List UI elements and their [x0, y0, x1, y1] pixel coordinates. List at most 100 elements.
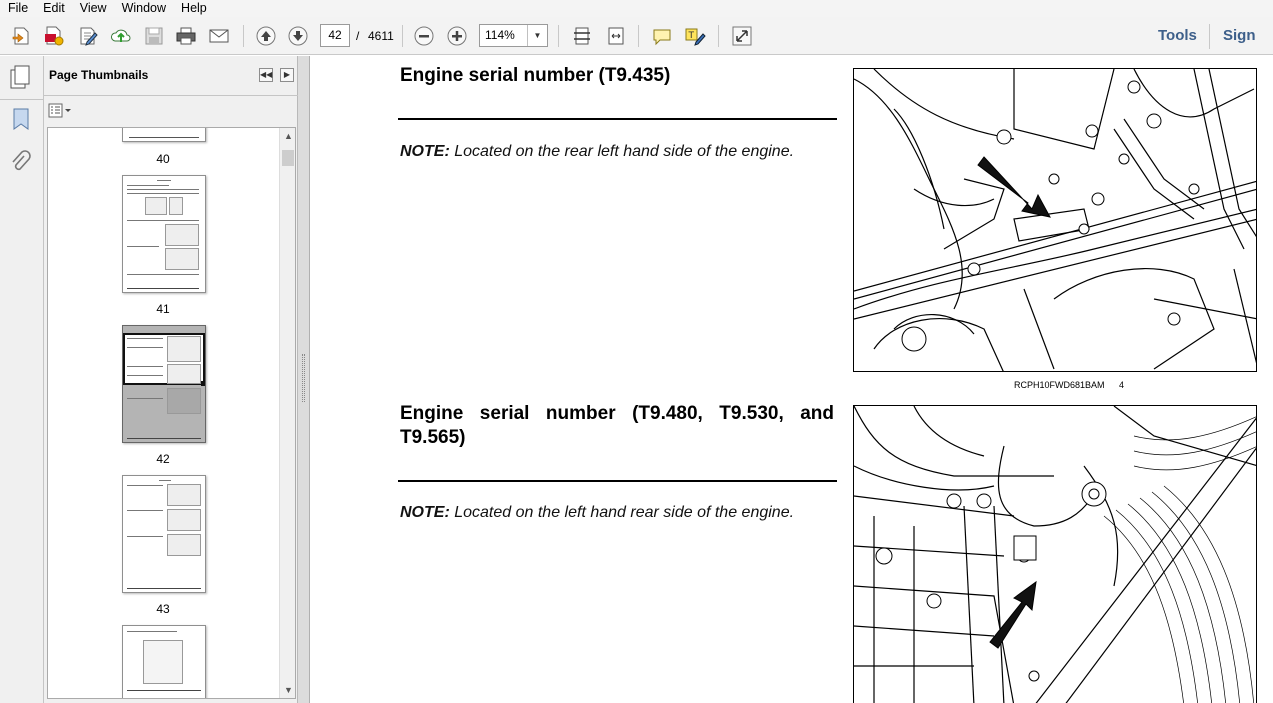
print-icon[interactable]: [173, 24, 199, 48]
thumb-line: [127, 375, 163, 376]
create-pdf-icon[interactable]: [41, 24, 67, 48]
attachments-icon[interactable]: [8, 150, 34, 176]
thumb-line: [127, 274, 199, 275]
heading-rule: [398, 480, 837, 482]
thumbnail-page-44[interactable]: [122, 625, 206, 698]
splitter-grip[interactable]: [302, 354, 305, 402]
fit-page-icon[interactable]: [569, 24, 595, 48]
sign-button[interactable]: Sign: [1223, 27, 1256, 44]
thumb-line: [157, 180, 171, 181]
figure-engine-serial-t9480: [853, 405, 1257, 703]
panel-splitter[interactable]: [298, 56, 310, 703]
section1-note-text: Located on the rear left hand side of th…: [454, 143, 795, 160]
page-thumbnails-icon[interactable]: [8, 64, 34, 90]
save-icon[interactable]: [141, 24, 167, 48]
thumb-line: [127, 288, 199, 289]
menu-window[interactable]: Window: [114, 1, 173, 16]
thumbnail-page-43[interactable]: [122, 475, 206, 593]
section1-note: NOTE: Located on the rear left hand side…: [400, 142, 840, 162]
thumbnail-label-43: 43: [156, 602, 170, 616]
scroll-down-icon[interactable]: ▼: [280, 682, 295, 698]
thumb-figure: [167, 388, 201, 414]
bookmarks-icon[interactable]: [8, 106, 34, 132]
thumb-figure: [165, 224, 199, 246]
thumb-line: [127, 220, 199, 221]
thumbnail-page-41[interactable]: [122, 175, 206, 293]
expand-icon[interactable]: [729, 24, 755, 48]
thumbnail-scrollbar[interactable]: ▲ ▼: [279, 128, 295, 698]
page-thumbnails-panel: Page Thumbnails ◀◀ ▶ 40 41 42 43 ▲ ▼: [44, 56, 298, 703]
frame-resize-handle[interactable]: [201, 381, 205, 386]
zoom-select[interactable]: 114% ▼: [479, 24, 548, 47]
fit-width-icon[interactable]: [603, 24, 629, 48]
thumbnail-list: 40 41 42 43 ▲ ▼: [47, 127, 296, 699]
section2-heading: Engine serial number (T9.480, T9.530, an…: [400, 403, 834, 448]
thumb-figure: [167, 336, 201, 362]
toolbar: 42 / 4611 114% ▼ T Tools Sign: [0, 17, 1273, 55]
thumb-line: [159, 480, 171, 481]
previous-page-icon[interactable]: [253, 24, 279, 48]
toolbar-separator: [402, 25, 403, 47]
thumb-line: [127, 690, 201, 691]
page-total: 4611: [368, 29, 394, 43]
highlight-text-icon[interactable]: T: [682, 24, 708, 48]
scroll-up-icon[interactable]: ▲: [280, 128, 295, 144]
email-icon[interactable]: [206, 24, 232, 48]
thumb-line: [127, 246, 159, 247]
thumb-line: [127, 347, 163, 348]
menu-help[interactable]: Help: [173, 1, 214, 16]
thumb-figure: [169, 197, 183, 215]
heading-rule: [398, 118, 837, 120]
thumb-figure: [167, 509, 201, 531]
thumb-line: [127, 185, 169, 186]
tools-button[interactable]: Tools: [1158, 27, 1197, 44]
collapse-panel-icon[interactable]: ◀◀: [259, 68, 273, 82]
toolbar-separator: [1209, 24, 1210, 49]
toolbar-separator: [638, 25, 639, 47]
thumb-figure: [167, 364, 201, 384]
edit-pdf-icon[interactable]: [75, 24, 101, 48]
cloud-upload-icon[interactable]: [108, 24, 134, 48]
chevron-down-icon[interactable]: ▼: [527, 25, 547, 46]
svg-text:T: T: [688, 31, 695, 41]
indicator-arrow-1: [977, 156, 1051, 218]
zoom-in-icon[interactable]: [444, 24, 470, 48]
menu-view[interactable]: View: [72, 1, 114, 16]
thumb-figure: [167, 484, 201, 506]
thumbnail-options-menu[interactable]: [48, 102, 74, 120]
expand-panel-icon[interactable]: ▶: [280, 68, 294, 82]
open-icon[interactable]: [9, 24, 35, 48]
section2-note: NOTE: Located on the left hand rear side…: [400, 503, 840, 523]
thumbnail-page-40[interactable]: [122, 128, 206, 142]
thumbnail-label-42: 42: [156, 452, 170, 466]
menu-edit[interactable]: Edit: [35, 1, 72, 16]
zoom-out-icon[interactable]: [411, 24, 437, 48]
thumb-line: [127, 588, 201, 589]
document-view: Engine serial number (T9.435) NOTE: Loca…: [311, 56, 1273, 703]
figure1-number: 4: [1119, 380, 1125, 390]
thumb-figure: [143, 640, 183, 684]
figure1-code: RCPH10FWD681BAM: [1014, 380, 1105, 390]
thumb-line: [127, 398, 163, 399]
thumb-figure: [145, 197, 167, 215]
menu-file[interactable]: File: [0, 1, 35, 16]
next-page-icon[interactable]: [285, 24, 311, 48]
page-number-input[interactable]: 42: [320, 24, 350, 47]
thumb-figure: [167, 534, 201, 556]
thumbnail-page-42-selected[interactable]: [122, 325, 206, 443]
comment-icon[interactable]: [649, 24, 675, 48]
scrollbar-thumb[interactable]: [282, 150, 294, 166]
strip-divider: [0, 99, 44, 100]
section2-note-text: Located on the left hand rear side of th…: [454, 504, 795, 521]
toolbar-separator: [243, 25, 244, 47]
panel-title: Page Thumbnails: [49, 68, 149, 82]
thumbnail-label-41: 41: [156, 302, 170, 316]
engine-illustration-1: [854, 69, 1256, 371]
thumb-line: [127, 438, 201, 439]
navigation-pane-strip: [0, 56, 44, 703]
thumb-line: [127, 510, 163, 511]
thumb-figure: [165, 248, 199, 270]
thumb-line: [127, 485, 163, 486]
thumb-line: [127, 193, 199, 194]
thumb-line: [127, 338, 163, 339]
